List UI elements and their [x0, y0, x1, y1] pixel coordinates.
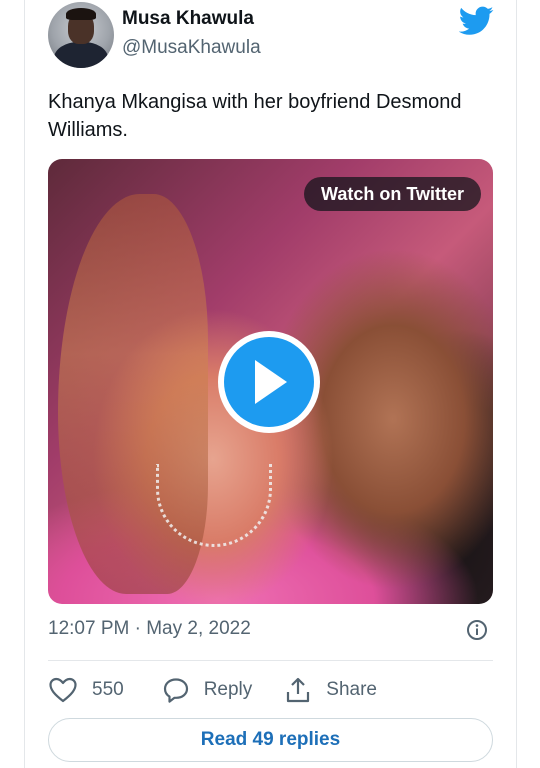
- tweet-timestamp[interactable]: 12:07 PM · May 2, 2022: [48, 618, 251, 640]
- avatar[interactable]: [48, 2, 114, 68]
- author-name[interactable]: Musa Khawula: [122, 8, 254, 30]
- divider: [48, 660, 493, 661]
- play-button[interactable]: [218, 331, 320, 433]
- like-count: 550: [92, 679, 124, 700]
- avatar-hair: [66, 8, 96, 20]
- share-button[interactable]: Share: [284, 676, 377, 704]
- reply-button[interactable]: Reply: [162, 676, 253, 704]
- reply-icon: [163, 678, 188, 703]
- heart-icon: [49, 677, 77, 703]
- avatar-body: [54, 42, 108, 68]
- tweet-text: Khanya Mkangisa with her boyfriend Desmo…: [48, 91, 462, 141]
- play-icon: [255, 360, 287, 404]
- info-icon[interactable]: [466, 619, 488, 641]
- reply-label: Reply: [203, 679, 253, 700]
- twitter-bird-icon[interactable]: [459, 6, 494, 36]
- action-bar: 550 Reply Share: [48, 674, 377, 706]
- watch-on-twitter-button[interactable]: Watch on Twitter: [304, 177, 481, 211]
- like-button[interactable]: 550: [48, 676, 124, 704]
- video-thumbnail[interactable]: Watch on Twitter: [48, 159, 493, 604]
- share-label: Share: [326, 679, 377, 700]
- share-icon: [287, 677, 310, 703]
- read-replies-button[interactable]: Read 49 replies: [48, 718, 493, 762]
- author-handle[interactable]: @MusaKhawula: [122, 37, 261, 59]
